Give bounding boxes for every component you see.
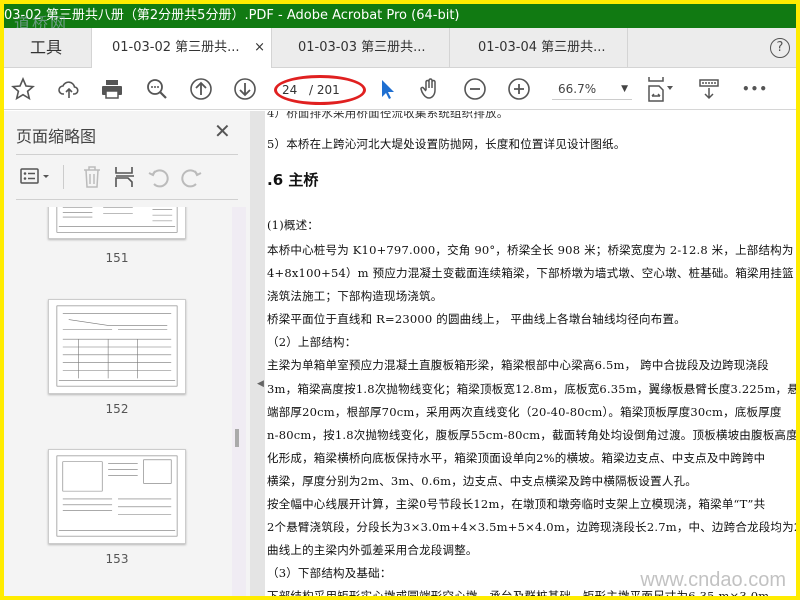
acrobat-window: 03-02 第三册共八册（第2分册共5分册）.PDF - Adobe Acrob… bbox=[4, 4, 796, 596]
next-page-icon[interactable] bbox=[232, 76, 258, 102]
more-tools-icon[interactable]: ••• bbox=[742, 76, 768, 102]
thumbnail-label: 151 bbox=[105, 251, 129, 265]
document-text-line: 4）桥面排水采用桥面径流收集系统组织排放。 bbox=[267, 111, 509, 120]
insert-page-icon[interactable] bbox=[114, 165, 136, 189]
bookmark-star-icon[interactable] bbox=[10, 76, 36, 102]
help-icon[interactable]: ? bbox=[770, 38, 790, 58]
thumbnail-label: 152 bbox=[105, 402, 129, 416]
tab-document-01-03-02[interactable]: 01-03-02 第三册共... × bbox=[92, 28, 272, 69]
document-text-line: 桥梁平面位于直线和 R=23000 的圆曲线上， 平曲线上各墩台轴线均径向布置。 bbox=[267, 312, 686, 326]
toolbar: 24 / 201 66.7% ▼ ••• bbox=[4, 68, 796, 110]
tab-document-01-03-03[interactable]: 01-03-03 第三册共... bbox=[272, 28, 450, 68]
tab-document-01-03-04[interactable]: 01-03-04 第三册共... bbox=[450, 28, 628, 68]
tab-label: 01-03-02 第三册共... bbox=[112, 40, 240, 55]
document-text-line: 端部厚20cm，根部厚70cm，采用两次直线变化（20-40-80cm）。箱梁顶… bbox=[267, 405, 782, 419]
document-text-line: （2）上部结构： bbox=[267, 335, 357, 349]
search-zoom-icon[interactable] bbox=[144, 76, 170, 102]
rotate-counterclockwise-icon[interactable] bbox=[148, 167, 170, 189]
cloud-upload-icon[interactable] bbox=[56, 76, 82, 102]
window-title: 03-02 第三册共八册（第2分册共5分册）.PDF - Adobe Acrob… bbox=[4, 8, 460, 23]
page-total: / 201 bbox=[309, 83, 340, 97]
options-menu-icon[interactable] bbox=[20, 167, 56, 189]
tab-tools[interactable]: 工具 bbox=[4, 28, 92, 68]
document-text-line: 浇筑法施工；下部构造现场浇筑。 bbox=[267, 289, 443, 303]
zoom-in-icon[interactable] bbox=[506, 76, 532, 102]
document-text-line: 横梁，厚度分别为2m、3m、0.6m，边支点、中支点横梁及跨中横隔板设置人孔。 bbox=[267, 474, 697, 488]
zoom-level-value: 66.7% bbox=[558, 82, 597, 96]
close-tab-icon[interactable]: × bbox=[254, 28, 265, 68]
title-bar: 03-02 第三册共八册（第2分册共5分册）.PDF - Adobe Acrob… bbox=[4, 4, 796, 33]
document-text-line: 曲线上的主梁内外弧差采用合龙段调整。 bbox=[267, 543, 478, 557]
print-icon[interactable] bbox=[99, 76, 125, 102]
document-text-line: 化形成，箱梁横桥向底板保持水平，箱梁顶面设单向2%的横坡。箱梁边支点、中支点及中… bbox=[267, 451, 766, 465]
thumbnail-tools bbox=[16, 163, 238, 193]
hand-tool-icon[interactable] bbox=[417, 76, 443, 102]
page-fit-icon[interactable] bbox=[644, 76, 680, 102]
zoom-out-icon[interactable] bbox=[462, 76, 488, 102]
collapse-panel-icon[interactable]: ◀ bbox=[257, 379, 264, 389]
chevron-down-icon: ▼ bbox=[621, 84, 628, 94]
scrollbar-thumb[interactable] bbox=[235, 429, 239, 447]
scroll-mode-icon[interactable] bbox=[696, 76, 722, 102]
document-text-line: (1)概述： bbox=[267, 218, 319, 232]
document-text-line: 本桥中心桩号为 K10+797.000，交角 90°，桥梁全长 908 米；桥梁… bbox=[267, 243, 794, 257]
thumbnail-label: 153 bbox=[105, 552, 129, 566]
watermark-url: www.cndao.com bbox=[640, 569, 786, 591]
panel-splitter[interactable]: ◀ bbox=[250, 111, 265, 596]
page-number-input[interactable]: 24 bbox=[282, 83, 297, 97]
tab-bar: 工具 01-03-02 第三册共... × 01-03-03 第三册共... 0… bbox=[4, 28, 796, 69]
previous-page-icon[interactable] bbox=[188, 76, 214, 102]
document-text-line: 5）本桥在上跨沁河北大堤处设置防抛网，长度和位置详见设计图纸。 bbox=[267, 137, 626, 151]
document-text-line: n-80cm，按1.8次抛物线变化，腹板厚55cm-80cm，截面转角处均设倒角… bbox=[267, 428, 796, 442]
zoom-level-select[interactable]: 66.7% ▼ bbox=[552, 78, 632, 100]
document-text-line: 3m，箱梁高度按1.8次抛物线变化；箱梁顶板宽12.8m，底板宽6.35m，翼缘… bbox=[267, 382, 796, 396]
rotate-clockwise-icon[interactable] bbox=[180, 167, 202, 189]
divider bbox=[16, 199, 238, 200]
panel-title: 页面缩略图 bbox=[16, 127, 97, 146]
select-tool-icon[interactable] bbox=[374, 76, 400, 102]
page-thumbnails-panel: 页面缩略图 ✕ 151 152 153 bbox=[4, 111, 250, 596]
page-thumbnail-153[interactable] bbox=[48, 449, 186, 544]
page-navigator: 24 / 201 bbox=[274, 75, 366, 105]
section-heading: .6 主桥 bbox=[267, 171, 319, 189]
delete-page-icon[interactable] bbox=[82, 165, 102, 189]
page-thumbnail-151[interactable] bbox=[48, 207, 186, 239]
document-text-line: （3）下部结构及基础： bbox=[267, 566, 392, 580]
thumbnail-scrollbar[interactable] bbox=[232, 207, 246, 596]
divider bbox=[63, 165, 64, 189]
thumbnail-list: 151 152 153 bbox=[4, 207, 250, 596]
close-panel-icon[interactable]: ✕ bbox=[214, 119, 231, 143]
document-text-line: 4+8x100+54）m 预应力混凝土变截面连续箱梁，下部桥墩为墙式墩、空心墩、… bbox=[267, 266, 794, 280]
document-text-line: 按全幅中心线展开计算，主梁0号节段长12m，在墩顶和墩旁临时支架上立模现浇，箱梁… bbox=[267, 497, 766, 511]
document-text-line: 主梁为单箱单室预应力混凝土直腹板箱形梁，箱梁根部中心梁高6.5m， 跨中合拢段及… bbox=[267, 358, 769, 372]
page-thumbnail-152[interactable] bbox=[48, 299, 186, 394]
document-view[interactable]: .6 主桥 4）桥面排水采用桥面径流收集系统组织排放。 5）本桥在上跨沁河北大堤处… bbox=[265, 111, 796, 596]
document-text-line: 2个悬臂浇筑段，分段长为3×3.0m+4×3.5m+5×4.0m，边跨现浇段长2… bbox=[267, 520, 796, 534]
divider bbox=[16, 154, 238, 155]
